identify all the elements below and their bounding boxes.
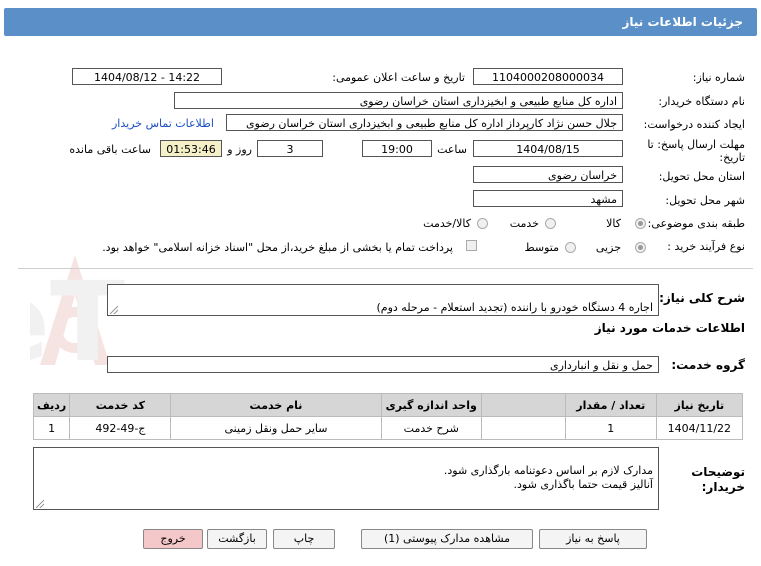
print-button[interactable]: چاپ	[273, 529, 335, 549]
cell-service-name: سایر حمل ونقل زمینی	[170, 416, 382, 440]
deadline-time-field: 19:00	[362, 140, 432, 157]
col-service-code: کد خدمت	[69, 393, 172, 417]
cell-quantity: 1	[564, 416, 657, 440]
cell-count	[480, 416, 566, 440]
creator-field: جلال حسن نژاد کارپرداز اداره کل منابع طب…	[226, 114, 623, 131]
deadline-time-label: ساعت	[437, 143, 467, 156]
page-title: جزئیات اطلاعات نیاز	[622, 15, 743, 29]
summary-textarea[interactable]: اجاره 4 دستگاه خودرو با راننده (تجدید اس…	[107, 284, 659, 316]
announce-datetime-field: 1404/08/12 - 14:22	[72, 68, 222, 85]
creator-label: ایجاد کننده درخواست:	[643, 118, 745, 131]
summary-text: اجاره 4 دستگاه خودرو با راننده (تجدید اس…	[376, 301, 654, 314]
province-field: خراسان رضوی	[473, 166, 623, 183]
col-quantity: تعداد / مقدار	[564, 393, 657, 417]
resize-grip-icon[interactable]	[110, 306, 118, 314]
treasury-payment-note: پرداخت تمام یا بخشی از مبلغ خرید،از محل …	[102, 241, 453, 254]
cell-unit: شرح خدمت	[380, 416, 482, 440]
city-label: شهر محل تحویل:	[665, 194, 745, 207]
category-goods-service-radio[interactable]	[477, 218, 488, 229]
process-label: نوع فرآیند خرید :	[667, 240, 745, 253]
buyer-notes-text: مدارک لازم بر اساس دعوتنامه بارگذاری شود…	[443, 464, 653, 491]
cell-service-code: ج-49-492	[69, 416, 172, 440]
view-attachments-button[interactable]: مشاهده مدارک پیوستی (1)	[361, 529, 533, 549]
category-goods-label: کالا	[606, 217, 621, 230]
buyer-org-field: اداره کل منابع طبیعی و ابخیزداری استان خ…	[174, 92, 623, 109]
remaining-time-label: ساعت باقی مانده	[69, 143, 151, 156]
category-label: طبقه بندی موضوعی:	[647, 217, 745, 230]
announce-datetime-label: تاریخ و ساعت اعلان عمومی:	[332, 71, 465, 84]
days-remaining-field: 3	[257, 140, 323, 157]
treasury-payment-checkbox[interactable]	[466, 240, 477, 251]
buyer-notes-label-2: خریدار:	[701, 480, 745, 494]
need-number-label: شماره نیاز:	[692, 71, 745, 84]
back-button[interactable]: بازگشت	[207, 529, 267, 549]
remaining-time-field: 01:53:46	[160, 140, 222, 157]
services-table: تاریخ نیاز تعداد / مقدار واحد اندازه گیر…	[32, 393, 744, 440]
table-row: 1404/11/22 1 شرح خدمت سایر حمل ونقل زمین…	[32, 416, 744, 440]
exit-button[interactable]: خروج	[143, 529, 203, 549]
category-service-label: خدمت	[509, 217, 539, 230]
process-medium-radio[interactable]	[565, 242, 576, 253]
service-group-field: حمل و نقل و انبارداری	[107, 356, 659, 373]
col-service-name: نام خدمت	[170, 393, 382, 417]
buyer-notes-label-1: توضیحات	[691, 465, 745, 479]
province-label: استان محل تحویل:	[658, 170, 745, 183]
col-count	[480, 393, 566, 417]
cell-need-date: 1404/11/22	[655, 416, 744, 440]
table-header-row: تاریخ نیاز تعداد / مقدار واحد اندازه گیر…	[32, 393, 744, 417]
deadline-date-label: تاریخ:	[719, 151, 745, 164]
days-label: روز و	[227, 143, 252, 156]
category-goods-service-label: کالا/خدمت	[423, 217, 471, 230]
summary-label: شرح کلی نیاز:	[659, 291, 745, 305]
services-section-title: اطلاعات خدمات مورد نیاز	[594, 321, 745, 335]
need-number-field: 1104000208000034	[473, 68, 623, 85]
col-need-date: تاریخ نیاز	[655, 393, 744, 417]
cell-row-number: 1	[32, 416, 71, 440]
service-group-label: گروه خدمت:	[671, 358, 745, 372]
col-row: ردیف	[32, 393, 71, 417]
category-service-radio[interactable]	[545, 218, 556, 229]
buyer-notes-textarea[interactable]: مدارک لازم بر اساس دعوتنامه بارگذاری شود…	[33, 447, 659, 510]
process-medium-label: متوسط	[524, 241, 559, 254]
process-minor-radio[interactable]	[635, 242, 646, 253]
buyer-contact-link[interactable]: اطلاعات تماس خریدار	[112, 117, 214, 130]
deadline-date-field: 1404/08/15	[473, 140, 623, 157]
city-field: مشهد	[473, 190, 623, 207]
resize-grip-icon[interactable]	[36, 500, 44, 508]
buyer-org-label: نام دستگاه خریدار:	[658, 95, 745, 108]
col-unit: واحد اندازه گیری	[380, 393, 482, 417]
category-goods-radio[interactable]	[635, 218, 646, 229]
deadline-label: مهلت ارسال پاسخ: تا	[647, 138, 745, 151]
section-divider	[18, 268, 753, 269]
reply-button[interactable]: پاسخ به نیاز	[539, 529, 647, 549]
page-header: جزئیات اطلاعات نیاز	[4, 8, 757, 36]
process-minor-label: جزیی	[595, 241, 621, 254]
